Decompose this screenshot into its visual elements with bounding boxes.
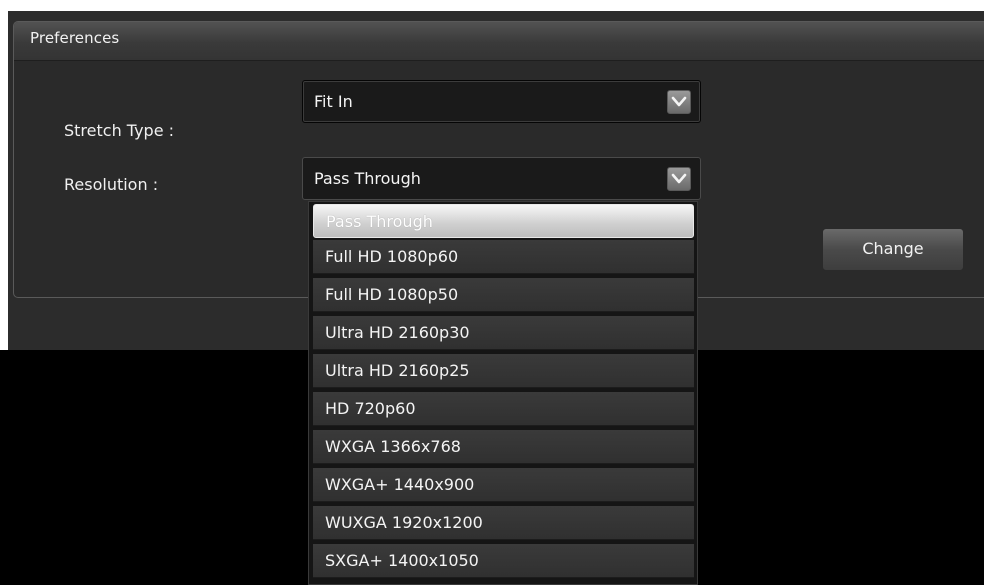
- dropdown-option[interactable]: HD 720p60: [313, 392, 694, 426]
- dropdown-option[interactable]: SXGA+ 1400x1050: [313, 544, 694, 578]
- dropdown-option[interactable]: Ultra HD 2160p25: [313, 354, 694, 388]
- left-edge-strip: [0, 11, 8, 350]
- dropdown-option[interactable]: WXGA+ 1440x900: [313, 468, 694, 502]
- change-button[interactable]: Change: [822, 228, 964, 271]
- panel-title: Preferences: [30, 29, 120, 47]
- resolution-label: Resolution :: [64, 175, 159, 194]
- dropdown-option[interactable]: Pass Through: [313, 204, 694, 238]
- stretch-type-dropdown-button[interactable]: [667, 90, 691, 114]
- resolution-select[interactable]: Pass Through: [302, 157, 701, 200]
- stretch-type-select[interactable]: Fit In: [302, 80, 701, 123]
- chevron-down-icon: [671, 173, 687, 184]
- dropdown-option[interactable]: WUXGA 1920x1200: [313, 506, 694, 540]
- panel-header: Preferences: [14, 22, 984, 61]
- resolution-value: Pass Through: [314, 169, 421, 188]
- dropdown-option[interactable]: Full HD 1080p50: [313, 278, 694, 312]
- resolution-dropdown-button[interactable]: [667, 167, 691, 191]
- resolution-dropdown-list: Pass Through Full HD 1080p60 Full HD 108…: [308, 201, 698, 585]
- chevron-down-icon: [671, 96, 687, 107]
- dropdown-option[interactable]: Full HD 1080p60: [313, 240, 694, 274]
- stretch-type-value: Fit In: [314, 92, 353, 111]
- dropdown-option[interactable]: WXGA 1366x768: [313, 430, 694, 464]
- top-edge-strip: [0, 0, 984, 11]
- dropdown-option[interactable]: Ultra HD 2160p30: [313, 316, 694, 350]
- stretch-type-label: Stretch Type :: [64, 121, 175, 140]
